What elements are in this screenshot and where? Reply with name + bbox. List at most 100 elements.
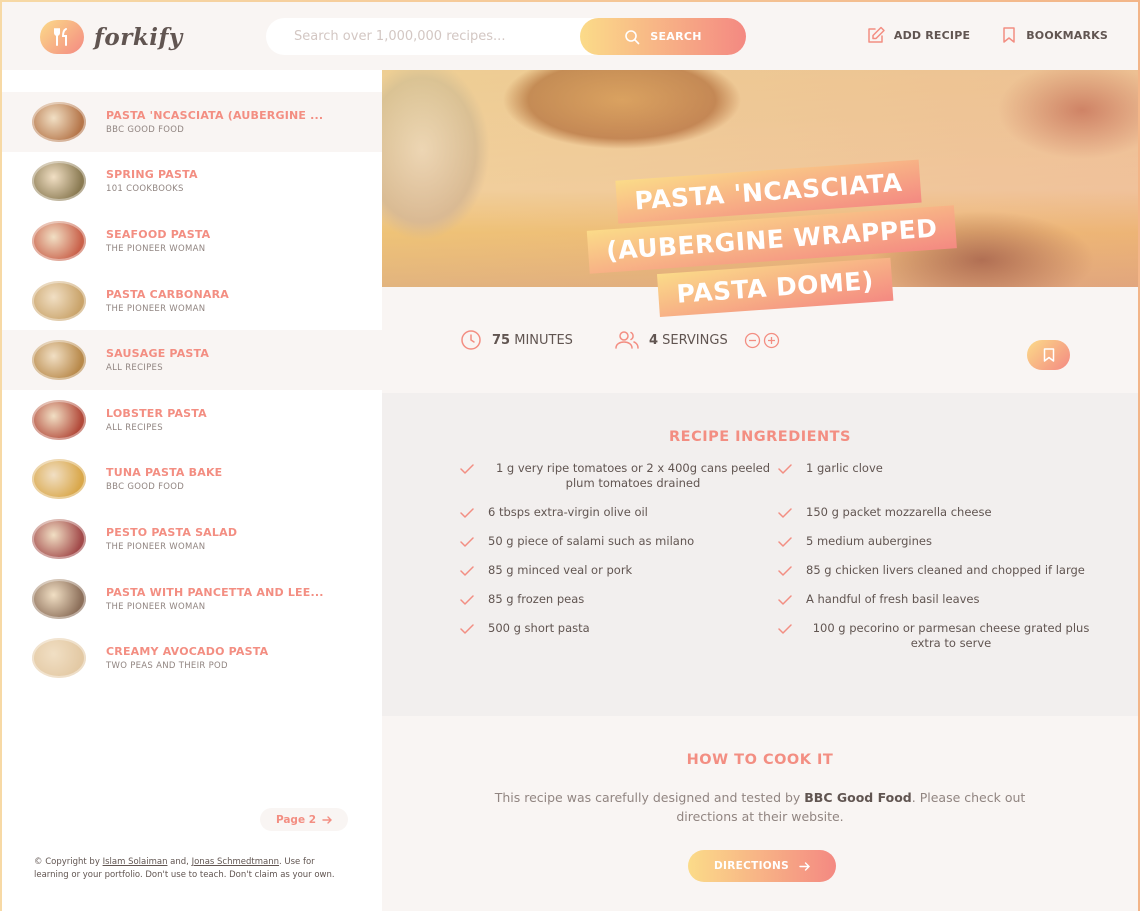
add-recipe-button[interactable]: ADD RECIPE — [866, 26, 970, 44]
edit-icon — [868, 26, 885, 43]
result-thumbnail — [32, 638, 86, 679]
result-thumbnail — [32, 101, 86, 142]
author-link-2[interactable]: Jonas Schmedtmann — [192, 857, 279, 867]
top-nav: ADD RECIPE BOOKMARKS — [866, 26, 1108, 44]
ingredient-text: 500 g short pasta — [488, 621, 590, 635]
minutes-value: 75 — [492, 332, 511, 348]
result-item[interactable]: PASTA 'NCASCIATA (AUBERGINE ... BBC GOOD … — [2, 92, 382, 152]
check-icon — [778, 464, 792, 474]
result-item[interactable]: SEAFOOD PASTA THE PIONEER WOMAN — [2, 211, 382, 271]
search-results: PASTA 'NCASCIATA (AUBERGINE ... BBC GOOD … — [2, 70, 382, 911]
servings: 4 SERVINGS — [615, 330, 780, 350]
recipe-title: PASTA 'NCASCIATA (AUBERGINE WRAPPED PAST… — [567, 156, 976, 328]
ingredient-item: 85 g chicken livers cleaned and chopped … — [778, 563, 1096, 592]
directions-heading: HOW TO COOK IT — [686, 752, 834, 768]
header: forkify SEARCH ADD RECIPE — [2, 2, 1138, 70]
search-button-label: SEARCH — [650, 30, 702, 43]
ingredient-item: 100 g pecorino or parmesan cheese grated… — [778, 621, 1096, 665]
result-info: PASTA WITH PANCETTA AND LEE... THE PIONEE… — [106, 586, 324, 612]
ingredient-text: 1 g very ripe tomatoes or 2 x 400g cans … — [495, 461, 771, 490]
result-title: PASTA WITH PANCETTA AND LEE... — [106, 585, 324, 599]
ingredient-item: 500 g short pasta — [460, 621, 778, 665]
plus-circle-icon[interactable] — [763, 332, 780, 349]
check-icon — [778, 624, 792, 634]
result-thumbnail — [32, 578, 86, 619]
result-publisher: 101 COOKBOOKS — [106, 184, 184, 195]
bookmarks-label: BOOKMARKS — [1026, 28, 1108, 42]
result-item[interactable]: LOBSTER PASTA ALL RECIPES — [2, 390, 382, 450]
result-title: CREAMY AVOCADO PASTA — [106, 645, 269, 659]
result-info: TUNA PASTA BAKE BBC GOOD FOOD — [106, 466, 222, 492]
result-publisher: THE PIONEER WOMAN — [106, 303, 206, 314]
result-item[interactable]: SPRING PASTA 101 COOKBOOKS — [2, 152, 382, 212]
directions-section: HOW TO COOK IT This recipe was carefully… — [382, 716, 1138, 911]
add-recipe-label: ADD RECIPE — [893, 28, 971, 42]
search-input[interactable] — [294, 29, 594, 44]
result-item[interactable]: PASTA WITH PANCETTA AND LEE... THE PIONEE… — [2, 569, 382, 629]
bookmarks-button[interactable]: BOOKMARKS — [1000, 26, 1108, 44]
result-thumbnail — [32, 399, 86, 440]
bookmark-recipe-button[interactable] — [1027, 340, 1070, 370]
result-publisher: ALL RECIPES — [106, 363, 163, 374]
bookmark-icon — [1043, 348, 1054, 362]
result-title: SEAFOOD PASTA — [106, 227, 211, 241]
recipe-title-line: PASTA DOME) — [657, 257, 894, 317]
bookmark-icon — [1003, 27, 1015, 43]
ingredient-item: 85 g frozen peas — [460, 592, 778, 621]
recipe-publisher: BBC Good Food — [804, 790, 912, 805]
check-icon — [460, 624, 474, 634]
check-icon — [778, 566, 792, 576]
copyright: © Copyright by Islam Solaiman and, Jonas… — [34, 856, 344, 882]
search-icon — [625, 29, 640, 44]
arrow-right-icon — [322, 815, 333, 824]
ingredient-text: 85 g chicken livers cleaned and chopped … — [806, 563, 1085, 577]
servings-controls — [744, 332, 780, 349]
result-title: PASTA 'NCASCIATA (AUBERGINE ... — [106, 108, 324, 122]
servings-label: SERVINGS — [662, 332, 728, 348]
result-item[interactable]: PASTA CARBONARA THE PIONEER WOMAN — [2, 271, 382, 331]
ingredient-text: 50 g piece of salami such as milano — [488, 534, 695, 548]
copyright-prefix: © Copyright by — [34, 857, 103, 867]
result-info: LOBSTER PASTA ALL RECIPES — [106, 407, 207, 433]
search-button[interactable]: SEARCH — [580, 18, 746, 55]
next-page-button[interactable]: Page 2 — [260, 808, 348, 831]
check-icon — [460, 508, 474, 518]
result-thumbnail — [32, 340, 86, 381]
ingredient-item: 85 g minced veal or pork — [460, 563, 778, 592]
result-thumbnail — [32, 161, 86, 202]
result-thumbnail — [32, 280, 86, 321]
ingredient-text: 5 medium aubergines — [806, 534, 932, 548]
clock-icon — [461, 330, 481, 350]
check-icon — [778, 508, 792, 518]
check-icon — [460, 566, 474, 576]
result-info: PESTO PASTA SALAD THE PIONEER WOMAN — [106, 526, 237, 552]
result-title: PESTO PASTA SALAD — [106, 525, 238, 539]
ingredient-text: 100 g pecorino or parmesan cheese grated… — [812, 621, 1090, 650]
result-item[interactable]: CREAMY AVOCADO PASTA TWO PEAS AND THEIR P… — [2, 628, 382, 688]
users-icon — [615, 331, 639, 349]
next-page-label: Page 2 — [275, 813, 317, 826]
directions-button[interactable]: DIRECTIONS — [688, 850, 836, 882]
result-publisher: THE PIONEER WOMAN — [106, 601, 206, 612]
ingredient-text: 1 garlic clove — [806, 461, 883, 475]
copyright-mid: and, — [167, 857, 192, 867]
arrow-right-icon — [799, 861, 810, 871]
ingredient-item: 1 g very ripe tomatoes or 2 x 400g cans … — [460, 461, 778, 505]
result-item[interactable]: TUNA PASTA BAKE BBC GOOD FOOD — [2, 450, 382, 510]
minus-circle-icon[interactable] — [744, 332, 761, 349]
directions-text: This recipe was carefully designed and t… — [482, 788, 1038, 826]
ingredient-text: 150 g packet mozzarella cheese — [806, 505, 992, 519]
result-item[interactable]: PESTO PASTA SALAD THE PIONEER WOMAN — [2, 509, 382, 569]
recipe: PASTA 'NCASCIATA (AUBERGINE WRAPPED PAST… — [382, 70, 1138, 911]
check-icon — [778, 595, 792, 605]
result-publisher: BBC GOOD FOOD — [106, 124, 185, 135]
result-info: CREAMY AVOCADO PASTA TWO PEAS AND THEIR P… — [106, 645, 268, 671]
check-icon — [460, 595, 474, 605]
author-link-1[interactable]: Islam Solaiman — [103, 857, 168, 867]
logo[interactable]: forkify — [40, 20, 183, 54]
directions-button-label: DIRECTIONS — [714, 860, 789, 872]
result-publisher: ALL RECIPES — [106, 422, 163, 433]
result-item[interactable]: SAUSAGE PASTA ALL RECIPES — [2, 330, 382, 390]
directions-text-prefix: This recipe was carefully designed and t… — [494, 790, 805, 805]
result-publisher: THE PIONEER WOMAN — [106, 243, 206, 254]
